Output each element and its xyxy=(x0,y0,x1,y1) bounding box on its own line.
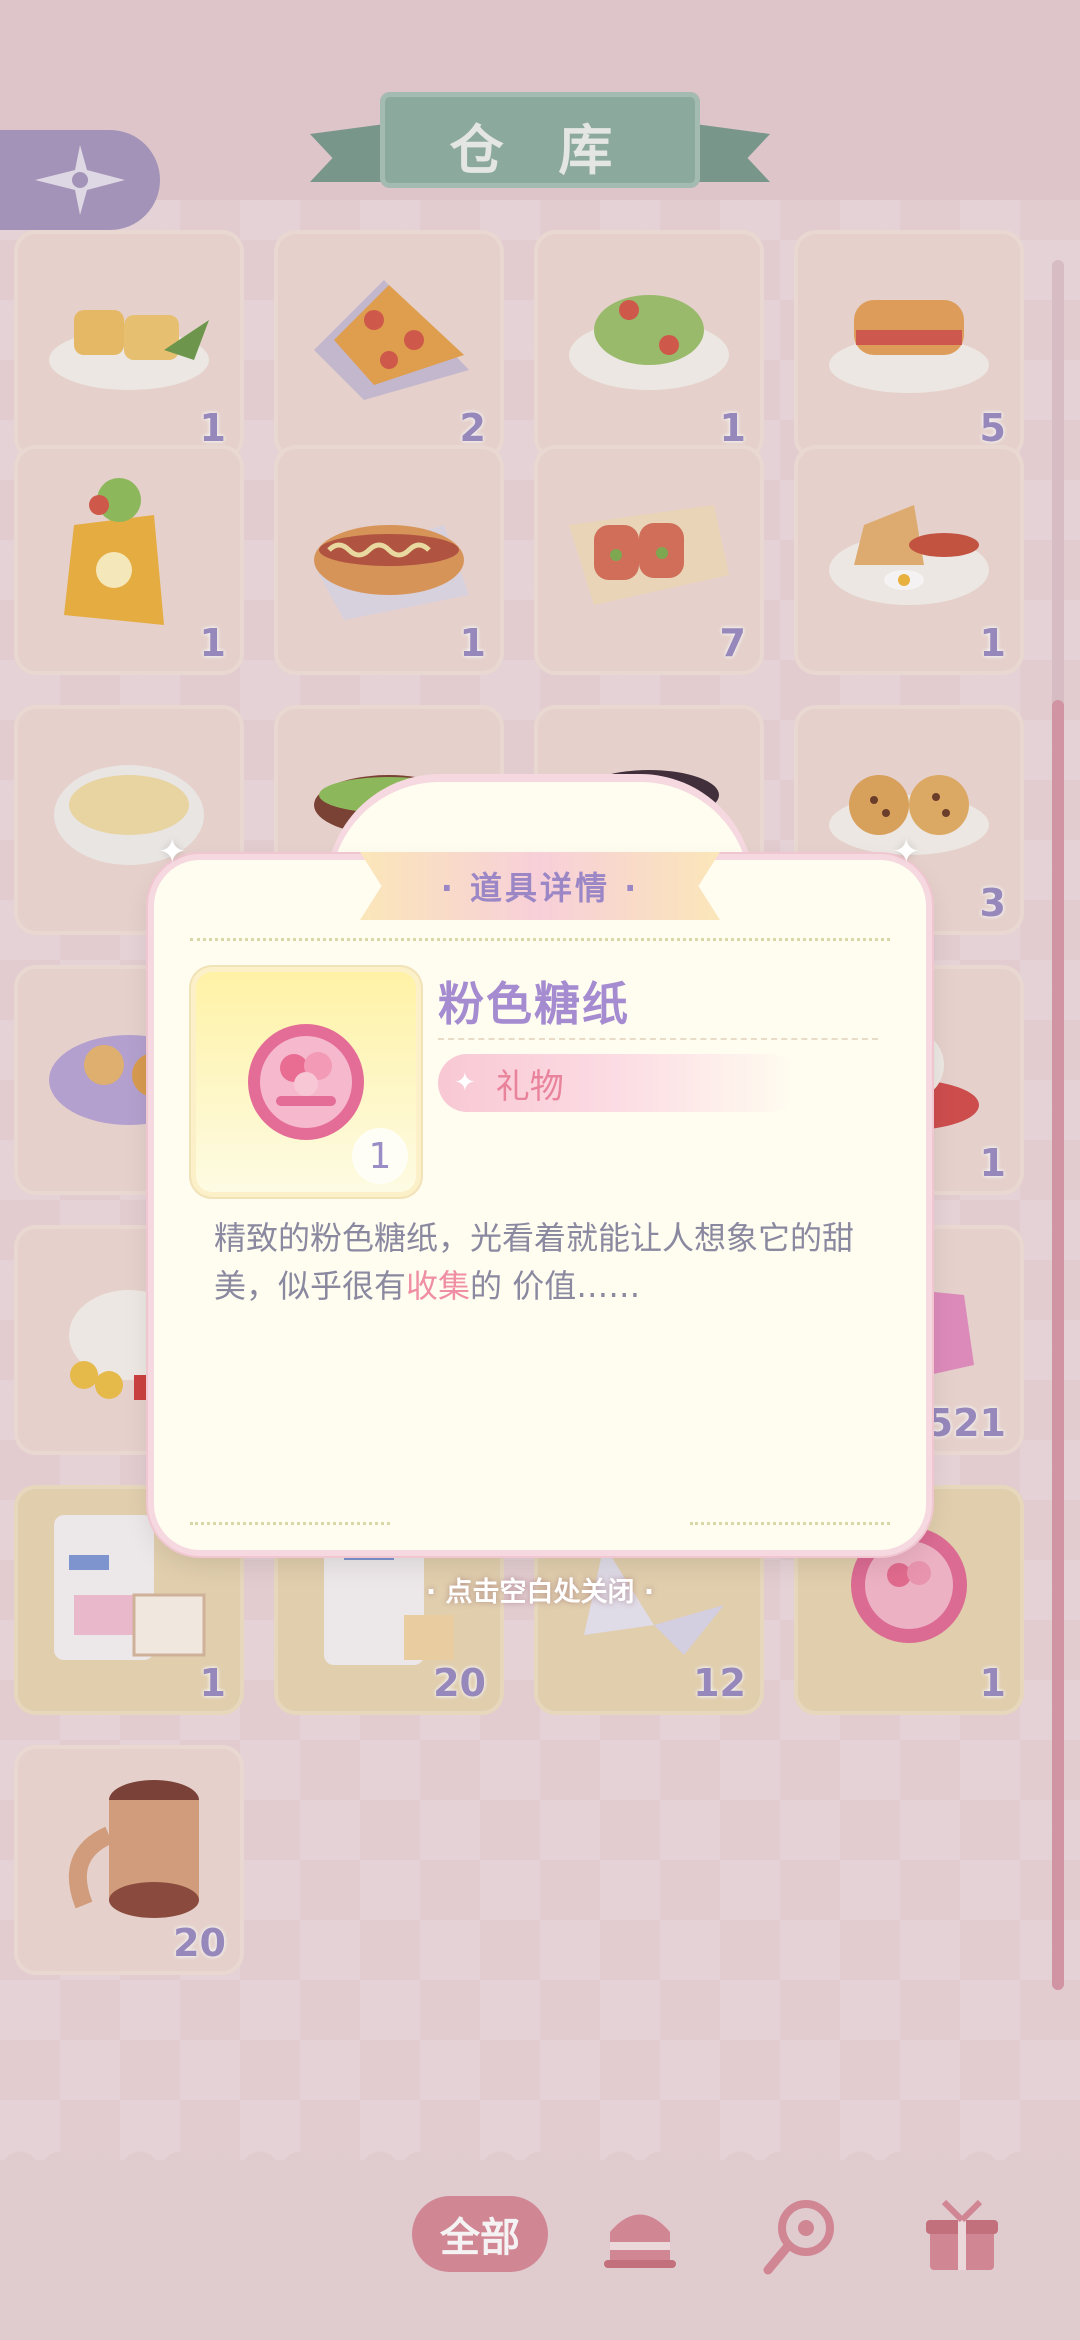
item-description: 精致的粉色糖纸，光看着就能让人想象它的甜美，似乎很有收集的 价值…… xyxy=(214,1214,904,1310)
desc-highlight: 收集 xyxy=(406,1267,471,1305)
item-type-tag: ✦ 礼物 xyxy=(438,1054,798,1112)
sparkle-icon: ✦ xyxy=(892,832,921,872)
sparkle-icon: ✦ xyxy=(158,832,187,872)
item-detail-count: 1 xyxy=(352,1128,408,1184)
close-hint[interactable]: · 点击空白处关闭 · xyxy=(0,1570,1080,1609)
dialog-title: · 道具详情 · xyxy=(440,869,640,907)
dialog-bottom-divider-right xyxy=(690,1522,890,1525)
dialog-header-ribbon: · 道具详情 · xyxy=(360,852,720,920)
star-icon: ✦ xyxy=(454,1068,476,1098)
dialog-top-divider xyxy=(190,938,890,941)
name-underline xyxy=(438,1038,878,1040)
dialog-bottom-divider-left xyxy=(190,1522,390,1525)
desc-text-end: 的 价值…… xyxy=(470,1267,641,1305)
item-name: 粉色糖纸 xyxy=(438,977,630,1031)
item-detail-dialog xyxy=(154,860,926,1550)
item-type-label: 礼物 xyxy=(495,1066,564,1107)
